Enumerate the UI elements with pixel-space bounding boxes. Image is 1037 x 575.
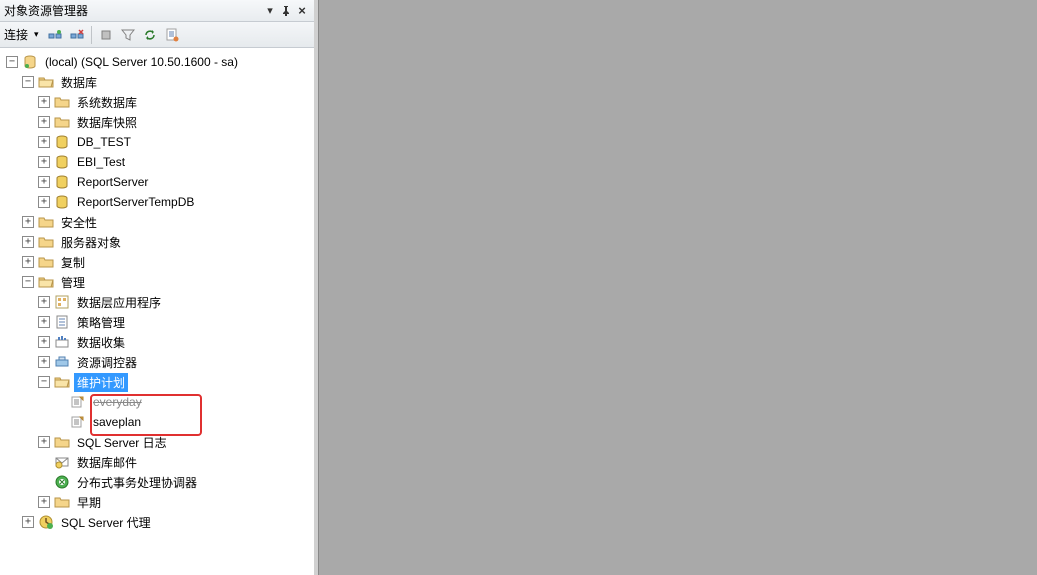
dtc-node[interactable]: 分布式事务处理协调器 — [36, 472, 314, 492]
plan-everyday-node[interactable]: everyday — [52, 392, 314, 412]
system-databases-node[interactable]: +系统数据库 — [36, 92, 314, 112]
expand-icon[interactable]: + — [38, 136, 50, 148]
collapse-icon[interactable]: − — [22, 76, 34, 88]
disconnect-button[interactable] — [67, 25, 87, 45]
policy-icon — [54, 314, 70, 330]
plan-saveplan-node[interactable]: saveplan — [52, 412, 314, 432]
expand-icon[interactable]: + — [22, 216, 34, 228]
panel-header: 对象资源管理器 ▾ × — [0, 0, 314, 22]
folder-icon — [54, 494, 70, 510]
database-icon — [54, 154, 70, 170]
expand-icon[interactable]: + — [38, 116, 50, 128]
folder-icon — [54, 94, 70, 110]
folder-open-icon — [54, 374, 70, 390]
expand-icon[interactable]: + — [22, 236, 34, 248]
expand-icon[interactable]: + — [38, 176, 50, 188]
sql-logs-node[interactable]: +SQL Server 日志 — [36, 432, 314, 452]
replication-node[interactable]: +复制 — [20, 252, 314, 272]
stop-button[interactable] — [96, 25, 116, 45]
main-content-area — [318, 0, 1037, 575]
folder-open-icon — [38, 274, 54, 290]
expand-icon[interactable]: + — [38, 196, 50, 208]
server-objects-node[interactable]: +服务器对象 — [20, 232, 314, 252]
close-icon[interactable]: × — [294, 3, 310, 19]
data-tier-node[interactable]: +数据层应用程序 — [36, 292, 314, 312]
folder-icon — [38, 234, 54, 250]
refresh-button[interactable] — [140, 25, 160, 45]
expand-icon[interactable]: + — [38, 496, 50, 508]
db-test-node[interactable]: +DB_TEST — [36, 132, 314, 152]
plan-icon — [70, 394, 86, 410]
folder-icon — [38, 254, 54, 270]
database-icon — [54, 174, 70, 190]
legacy-node[interactable]: +早期 — [36, 492, 314, 512]
object-explorer-panel: 对象资源管理器 ▾ × 连接 ▾ — [0, 0, 318, 575]
resource-icon — [54, 354, 70, 370]
plan-icon — [70, 414, 86, 430]
resource-gov-node[interactable]: +资源调控器 — [36, 352, 314, 372]
folder-icon — [54, 434, 70, 450]
mail-icon — [54, 454, 70, 470]
folder-open-icon — [38, 74, 54, 90]
connect-dropdown-icon[interactable]: ▾ — [34, 29, 39, 40]
expand-icon[interactable]: + — [38, 156, 50, 168]
server-node[interactable]: − (local) (SQL Server 10.50.1600 - sa) — [4, 52, 314, 72]
dropdown-icon[interactable]: ▾ — [262, 3, 278, 19]
tree-view: − (local) (SQL Server 10.50.1600 - sa) −… — [0, 48, 314, 575]
app-icon — [54, 294, 70, 310]
filter-button[interactable] — [118, 25, 138, 45]
connect-label[interactable]: 连接 — [4, 26, 28, 43]
collapse-icon[interactable]: − — [6, 56, 18, 68]
toolbar: 连接 ▾ — [0, 22, 314, 48]
expand-icon[interactable]: + — [38, 356, 50, 368]
expand-icon[interactable]: + — [38, 316, 50, 328]
folder-icon — [54, 114, 70, 130]
db-mail-node[interactable]: 数据库邮件 — [36, 452, 314, 472]
server-icon — [22, 54, 38, 70]
folder-icon — [38, 214, 54, 230]
expand-icon[interactable]: + — [38, 296, 50, 308]
collapse-icon[interactable]: − — [38, 376, 50, 388]
data-collection-node[interactable]: +数据收集 — [36, 332, 314, 352]
expand-icon[interactable]: + — [22, 256, 34, 268]
maintenance-plans-node[interactable]: − 维护计划 — [36, 372, 314, 392]
collapse-icon[interactable]: − — [22, 276, 34, 288]
databases-node[interactable]: − 数据库 — [20, 72, 314, 92]
agent-node[interactable]: +SQL Server 代理 — [20, 512, 314, 532]
databases-label: 数据库 — [58, 73, 100, 92]
dtc-icon — [54, 474, 70, 490]
expand-icon[interactable]: + — [22, 516, 34, 528]
connect-button[interactable] — [45, 25, 65, 45]
snapshot-node[interactable]: +数据库快照 — [36, 112, 314, 132]
security-node[interactable]: +安全性 — [20, 212, 314, 232]
toolbar-separator — [91, 26, 92, 44]
report-button[interactable] — [162, 25, 182, 45]
collection-icon — [54, 334, 70, 350]
report-server-temp-node[interactable]: +ReportServerTempDB — [36, 192, 314, 212]
server-label: (local) (SQL Server 10.50.1600 - sa) — [42, 54, 241, 70]
database-icon — [54, 134, 70, 150]
pin-icon[interactable] — [278, 3, 294, 19]
report-server-node[interactable]: +ReportServer — [36, 172, 314, 192]
expand-icon[interactable]: + — [38, 96, 50, 108]
expand-icon[interactable]: + — [38, 336, 50, 348]
expand-icon[interactable]: + — [38, 436, 50, 448]
ebi-test-node[interactable]: +EBI_Test — [36, 152, 314, 172]
policy-node[interactable]: +策略管理 — [36, 312, 314, 332]
management-node[interactable]: − 管理 — [20, 272, 314, 292]
database-icon — [54, 194, 70, 210]
maintenance-plans-label: 维护计划 — [74, 373, 128, 392]
agent-icon — [38, 514, 54, 530]
panel-title: 对象资源管理器 — [4, 2, 262, 19]
